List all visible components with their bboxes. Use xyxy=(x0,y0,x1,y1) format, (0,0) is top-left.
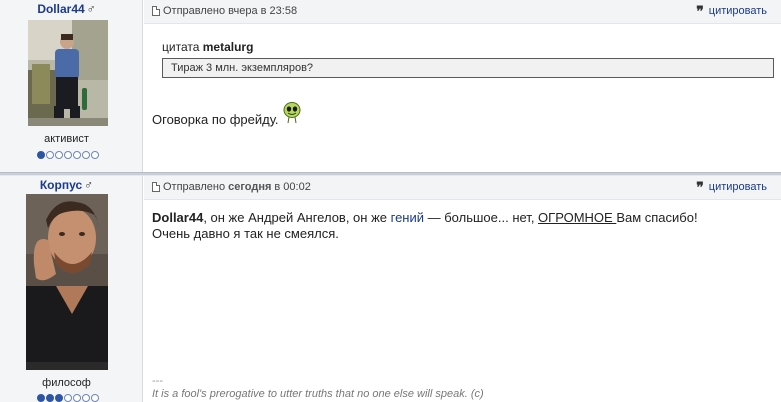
message-text: Очень давно я так не смеялся. xyxy=(152,226,339,241)
message-text: Вам спасибо! xyxy=(616,210,698,225)
post-header: Отправлено вчера в 23:58 ❞ цитировать xyxy=(144,0,781,24)
quote-button[interactable]: ❞ цитировать xyxy=(696,179,767,195)
posted-prefix: Отправлено xyxy=(163,181,226,193)
post-content: Отправлено вчера в 23:58 ❞ цитировать ци… xyxy=(144,0,781,172)
rank-dot xyxy=(73,151,81,159)
rank-dot xyxy=(91,151,99,159)
post-timestamp[interactable]: Отправлено сегодня в 00:02 xyxy=(152,181,311,193)
rank-dot xyxy=(64,151,72,159)
author-panel: Dollar44 ♂ активист xyxy=(0,0,143,172)
quote-button[interactable]: ❞ цитировать xyxy=(696,3,767,19)
quote-title: цитата metalurg xyxy=(162,40,774,54)
message-text: Оговорка по фрейду. xyxy=(152,111,279,127)
quote-button-label: цитировать xyxy=(708,5,767,17)
author-link[interactable]: Dollar44 xyxy=(37,2,84,16)
message-text: — большое... нет, xyxy=(424,210,539,225)
avatar[interactable] xyxy=(26,194,108,370)
user-rank: активист xyxy=(44,133,89,145)
signature: --- It is a fool's prerogative to utter … xyxy=(152,375,772,401)
quote-text: Тираж 3 млн. экземпляров? xyxy=(162,58,774,78)
post-header: Отправлено сегодня в 00:02 ❞ цитировать xyxy=(144,176,781,200)
quote-icon: ❞ xyxy=(696,179,703,195)
signature-text: It is a fool's prerogative to utter trut… xyxy=(152,388,484,400)
rank-dot xyxy=(82,151,90,159)
post-link-icon xyxy=(152,6,160,16)
post-content: Отправлено сегодня в 00:02 ❞ цитировать … xyxy=(144,176,781,402)
quote-icon: ❞ xyxy=(696,3,703,19)
message-highlight: гений xyxy=(390,210,425,225)
post-timestamp[interactable]: Отправлено вчера в 23:58 xyxy=(152,5,297,17)
message-text: , он же Андрей Ангелов, он же xyxy=(203,210,391,225)
rank-dot xyxy=(55,151,63,159)
quote-prefix: цитата xyxy=(162,40,200,54)
quote-block: цитата metalurg Тираж 3 млн. экземпляров… xyxy=(162,40,774,78)
author-name: Корпус ♂ xyxy=(0,178,133,192)
rank-dot xyxy=(46,151,54,159)
signature-separator: --- xyxy=(152,375,163,387)
male-icon: ♂ xyxy=(84,178,94,192)
alien-smiley-icon xyxy=(283,102,301,124)
mentioned-user: Dollar44 xyxy=(152,210,204,225)
posted-label: Отправлено вчера в 23:58 xyxy=(163,5,298,17)
rank-level-indicator xyxy=(37,151,99,159)
author-name: Dollar44 ♂ xyxy=(0,2,133,16)
message-underline: ОГРОМНОЕ xyxy=(538,210,617,225)
quote-button-label: цитировать xyxy=(708,181,767,193)
forum-post: Dollar44 ♂ активист Отправлено вчера в 2… xyxy=(0,0,781,172)
quote-author: metalurg xyxy=(202,40,254,54)
post-message: Оговорка по фрейду. xyxy=(152,102,301,130)
avatar[interactable] xyxy=(28,20,108,126)
male-icon: ♂ xyxy=(86,2,96,16)
posted-day: сегодня xyxy=(228,181,272,193)
forum-post: Корпус ♂ Отправлено сегодня в 00:02 ❞ цит… xyxy=(0,176,781,402)
post-message: Dollar44, он же Андрей Ангелов, он же ге… xyxy=(152,210,772,242)
posted-time: в 00:02 xyxy=(274,181,311,193)
post-link-icon xyxy=(152,182,160,192)
author-link[interactable]: Корпус xyxy=(40,178,82,192)
rank-dot xyxy=(37,151,45,159)
